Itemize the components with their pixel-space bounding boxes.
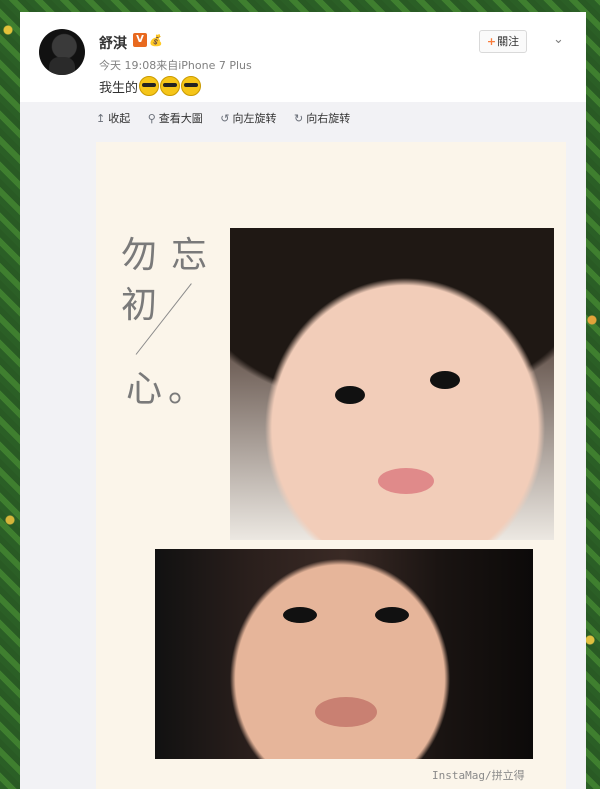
- verified-badge-icon[interactable]: V: [133, 33, 147, 47]
- post-text: 我生的: [99, 76, 202, 96]
- photo-eye: [375, 607, 409, 623]
- view-large-label: 查看大圖: [158, 112, 203, 125]
- collapse-button[interactable]: ↥ 收起: [96, 110, 130, 126]
- rotate-right-icon: ↻: [294, 112, 304, 125]
- sunglasses-emoji-icon: [160, 76, 181, 96]
- post-meta: 今天 19:08来自iPhone 7 Plus: [99, 57, 252, 73]
- photo-lips: [378, 468, 434, 494]
- watermark: InstaMag/拼立得: [432, 769, 525, 782]
- view-large-button[interactable]: ⚲ 查看大圖: [148, 110, 203, 126]
- sunglasses-emoji-icon: [181, 76, 202, 96]
- collapse-icon: ↥: [96, 112, 106, 125]
- follow-button[interactable]: +關注: [479, 30, 527, 53]
- plus-icon: +: [486, 35, 497, 48]
- calligraphy-char: 勿: [121, 235, 158, 276]
- post-text-body: 我生的: [99, 81, 139, 96]
- photo-lips: [315, 697, 377, 727]
- photo-eye: [335, 386, 365, 404]
- calligraphy-char: 初: [121, 285, 158, 326]
- username-link[interactable]: 舒淇: [99, 33, 127, 53]
- post-timestamp[interactable]: 今天 19:08: [99, 59, 156, 72]
- woman-photo: [155, 549, 533, 759]
- post-source: 来自iPhone 7 Plus: [156, 59, 252, 72]
- follow-label: 關注: [497, 35, 520, 48]
- chevron-down-icon[interactable]: ⌄: [553, 32, 564, 47]
- rotate-right-label: 向右旋转: [306, 112, 351, 125]
- post-image[interactable]: 勿 忘 初 心 。 InstaMag/拼立得: [96, 142, 566, 789]
- photo-eye: [283, 607, 317, 623]
- calligraphy-char: 忘: [171, 235, 208, 276]
- image-toolbar: ↥ 收起 ⚲ 查看大圖 ↺ 向左旋转 ↻ 向右旋转: [96, 110, 364, 126]
- zoom-icon: ⚲: [147, 112, 156, 125]
- calligraphy-char: 心: [126, 369, 163, 410]
- sunglasses-emoji-icon: [139, 76, 160, 96]
- rotate-left-button[interactable]: ↺ 向左旋转: [220, 110, 276, 126]
- collapse-label: 收起: [108, 112, 131, 125]
- rotate-left-icon: ↺: [220, 112, 230, 125]
- member-badge-icon[interactable]: 💰: [149, 34, 163, 47]
- avatar[interactable]: [39, 29, 85, 75]
- photo-eye: [430, 371, 460, 389]
- media-panel: ↥ 收起 ⚲ 查看大圖 ↺ 向左旋转 ↻ 向右旋转 勿 忘 初 心 。 Inst…: [20, 102, 586, 789]
- calligraphy-char: 。: [168, 369, 205, 410]
- weibo-post-card: 舒淇 V 💰 今天 19:08来自iPhone 7 Plus 我生的 +關注 ⌄…: [20, 12, 586, 789]
- child-photo: [230, 228, 554, 540]
- rotate-right-button[interactable]: ↻ 向右旋转: [294, 110, 350, 126]
- rotate-left-label: 向左旋转: [232, 112, 277, 125]
